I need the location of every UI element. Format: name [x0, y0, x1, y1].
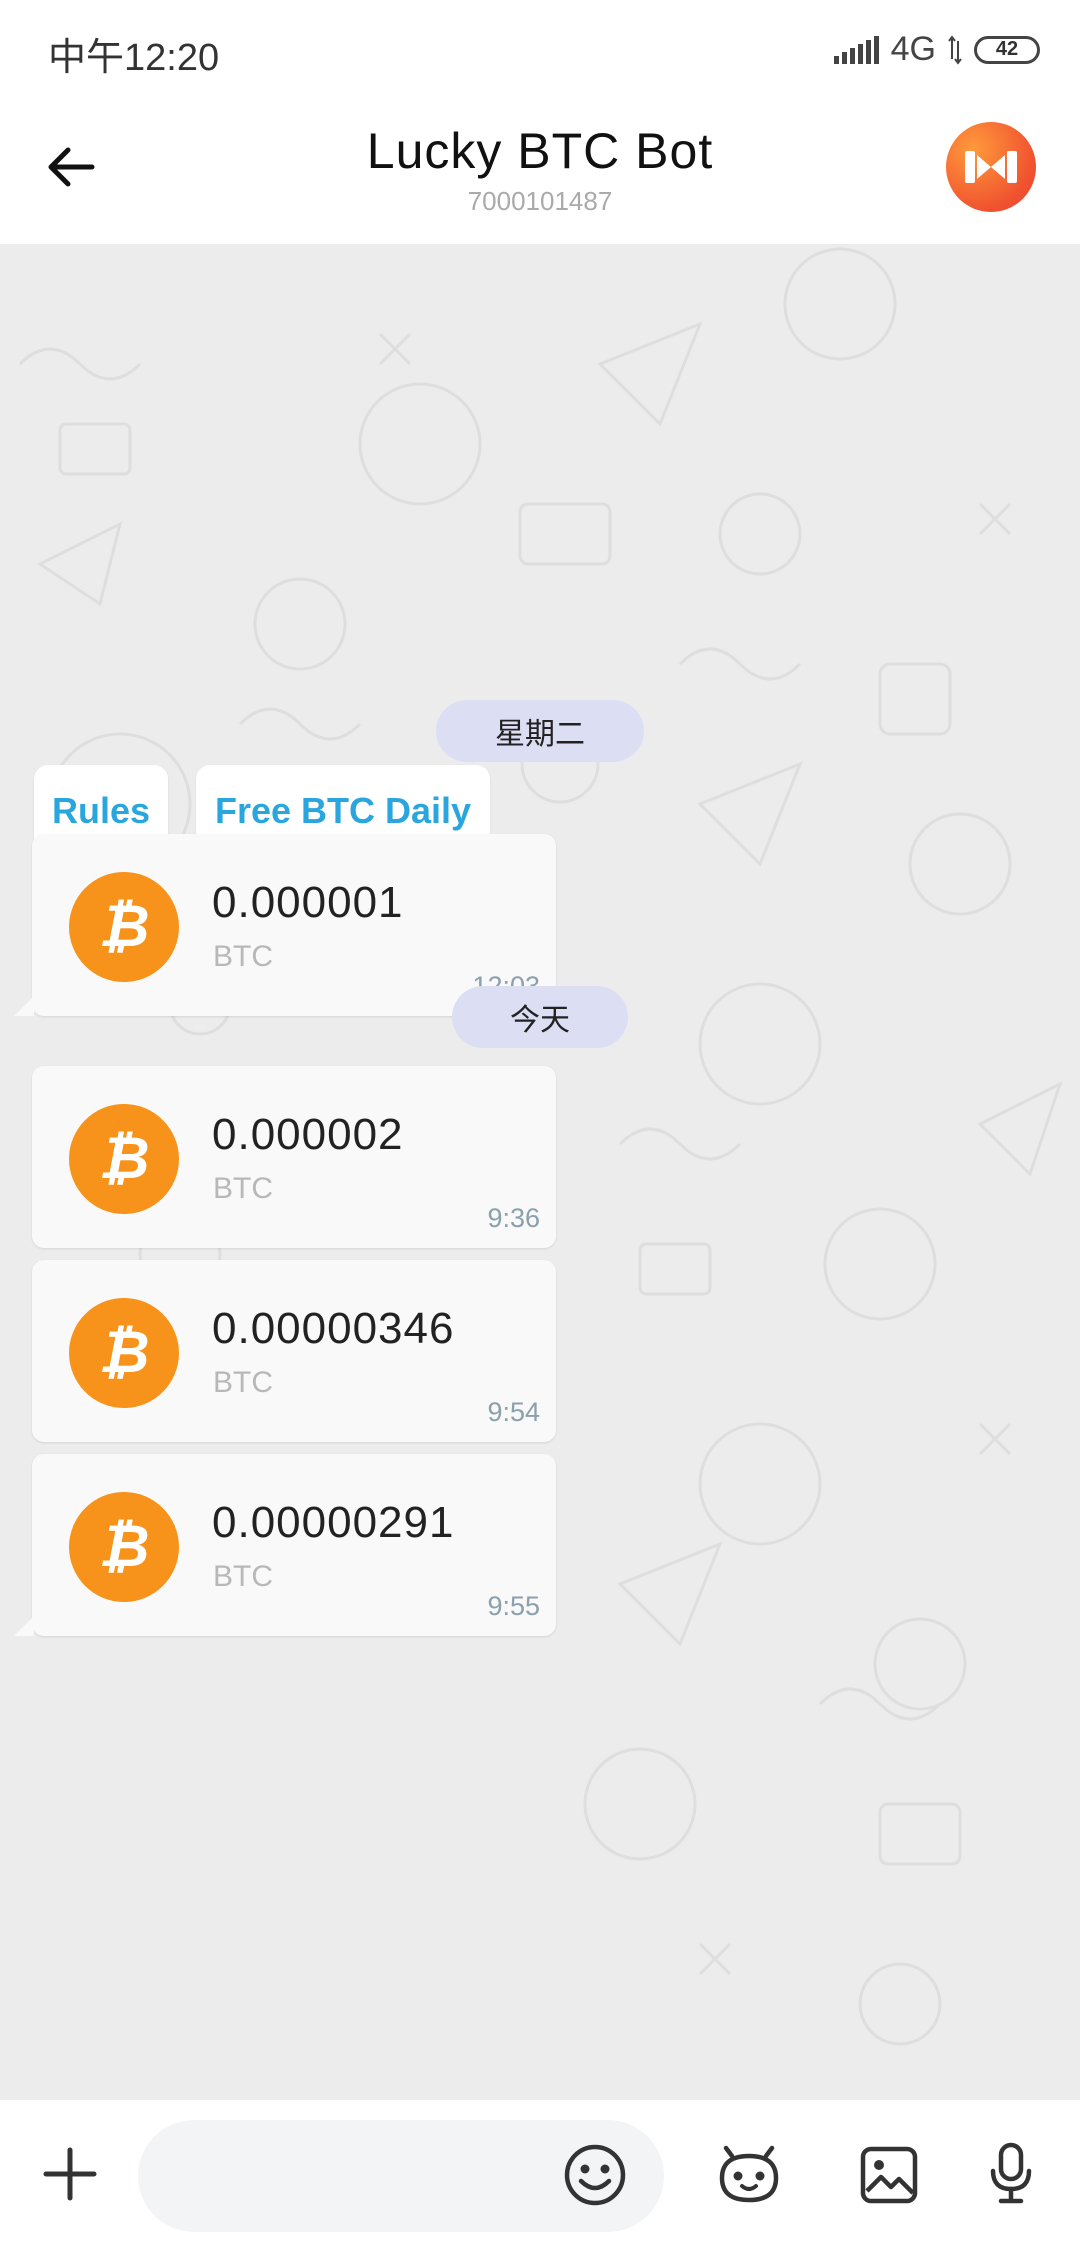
- image-icon: [860, 2146, 918, 2204]
- signal-icon: [833, 35, 879, 64]
- gallery-button[interactable]: [854, 2140, 924, 2210]
- message-time: 9:55: [487, 1591, 540, 1621]
- emoji-icon: [564, 2144, 626, 2206]
- message-unit: BTC: [213, 1172, 273, 1205]
- message-unit: BTC: [213, 940, 273, 973]
- chat-id: 7000101487: [467, 186, 613, 216]
- message-unit: BTC: [213, 1560, 273, 1593]
- input-bar: [0, 2100, 1080, 2248]
- network-type: 4G: [890, 30, 936, 68]
- message-amount: 0.00000346: [212, 1304, 455, 1353]
- data-transfer-icon: [948, 34, 962, 65]
- bot-icon: [719, 2145, 779, 2203]
- bitcoin-icon: ₿: [69, 1298, 179, 1408]
- chat-title: Lucky BTC Bot: [366, 123, 714, 179]
- message-unit: BTC: [213, 1366, 273, 1399]
- message-amount: 0.000002: [212, 1110, 404, 1159]
- bot-avatar-icon: [965, 151, 1017, 183]
- battery-level: 42: [995, 38, 1019, 60]
- message-amount: 0.000001: [212, 878, 404, 927]
- status-bar: 中午12:20 4G 42: [0, 0, 1080, 96]
- svg-text:₿: ₿: [99, 1124, 150, 1192]
- message-amount: 0.00000291: [212, 1498, 455, 1547]
- message-bubble[interactable]: ₿ 0.000002 BTC 9:36: [32, 1066, 556, 1248]
- message-bubble[interactable]: ₿ 0.00000346 BTC 9:54: [32, 1260, 556, 1442]
- svg-text:₿: ₿: [99, 1318, 150, 1386]
- svg-text:₿: ₿: [99, 1512, 150, 1580]
- chat-header: Lucky BTC Bot 7000101487: [0, 96, 1080, 244]
- date-separator-tuesday: 星期二: [436, 700, 644, 762]
- message-time: 9:36: [487, 1203, 540, 1233]
- bitcoin-icon: ₿: [69, 1492, 179, 1602]
- battery-icon: 42: [974, 35, 1040, 64]
- microphone-icon: [990, 2142, 1032, 2204]
- emoji-button[interactable]: [560, 2140, 630, 2210]
- message-time: 9:54: [487, 1397, 540, 1427]
- bot-commands-button[interactable]: [714, 2140, 784, 2210]
- chat-area[interactable]: 星期二 Rules Free BTC Daily ₿ 0.000001 BTC …: [0, 244, 1080, 2100]
- plus-icon: [43, 2147, 97, 2201]
- date-separator-today: 今天: [452, 986, 628, 1048]
- status-indicators: 4G 42: [833, 30, 1040, 69]
- voice-button[interactable]: [976, 2136, 1046, 2212]
- bitcoin-icon: ₿: [69, 872, 179, 982]
- bitcoin-icon: ₿: [69, 1104, 179, 1214]
- attach-button[interactable]: [36, 2140, 104, 2208]
- svg-text:₿: ₿: [99, 892, 150, 960]
- bot-avatar[interactable]: [946, 122, 1036, 212]
- message-bubble[interactable]: ₿ 0.00000291 BTC 9:55: [14, 1454, 556, 1636]
- status-time: 中午12:20: [48, 37, 220, 79]
